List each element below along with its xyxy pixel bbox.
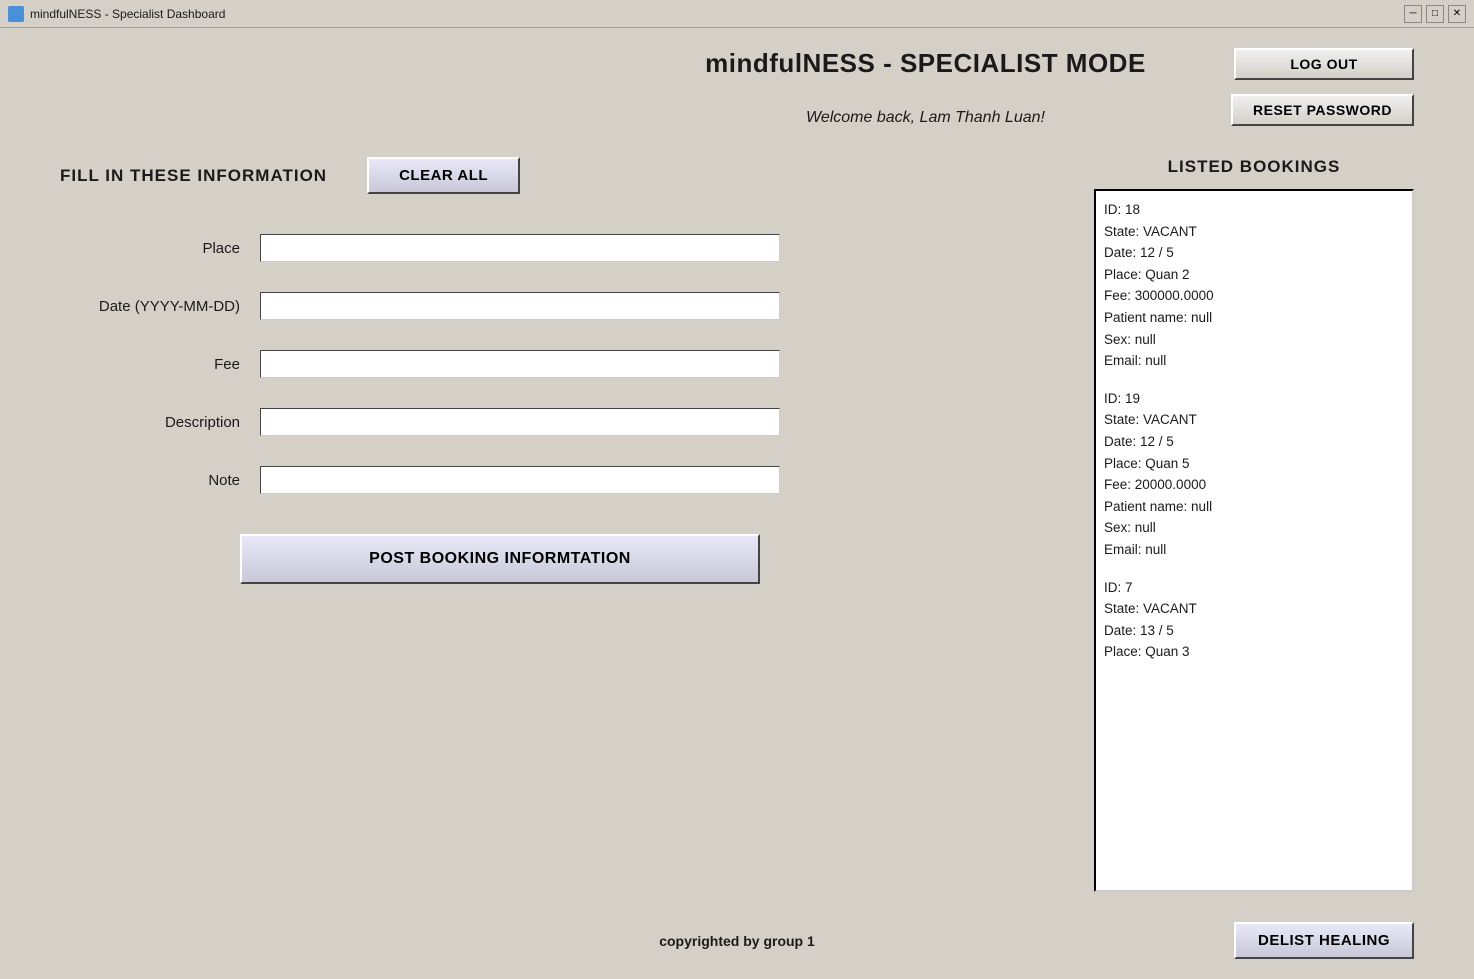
welcome-text: Welcome back, Lam Thanh Luan! xyxy=(637,109,1214,127)
log-out-button[interactable]: LOG OUT xyxy=(1234,48,1414,80)
booking-fee: Fee: 300000.0000 xyxy=(1104,285,1404,307)
form-row-date: Date (YYYY-MM-DD) xyxy=(80,292,1054,320)
header-buttons: LOG OUT RESET PASSWORD xyxy=(1214,48,1414,126)
booking-id: ID: 7 xyxy=(1104,577,1404,599)
list-item: ID: 7 State: VACANT Date: 13 / 5 Place: … xyxy=(1104,577,1404,663)
booking-date: Date: 13 / 5 xyxy=(1104,620,1404,642)
footer-copyright: copyrighted by group 1 xyxy=(399,933,1076,949)
reset-password-button[interactable]: RESET PASSWORD xyxy=(1231,94,1414,126)
booking-id: ID: 18 xyxy=(1104,199,1404,221)
booking-email: Email: null xyxy=(1104,539,1404,561)
bookings-panel-title: LISTED BOOKINGS xyxy=(1094,157,1414,177)
footer-right: DELIST HEALING xyxy=(1076,922,1415,959)
booking-state: State: VACANT xyxy=(1104,221,1404,243)
booking-sex: Sex: null xyxy=(1104,329,1404,351)
booking-place: Place: Quan 3 xyxy=(1104,641,1404,663)
clear-all-button[interactable]: CLEAR ALL xyxy=(367,157,520,194)
form-fields: Place Date (YYYY-MM-DD) Fee Description xyxy=(80,234,1054,494)
titlebar-left: mindfulNESS - Specialist Dashboard xyxy=(8,6,225,22)
input-note[interactable] xyxy=(260,466,780,494)
delist-healing-button[interactable]: DELIST HEALING xyxy=(1234,922,1414,959)
app-icon xyxy=(8,6,24,22)
minimize-button[interactable]: ─ xyxy=(1404,5,1422,23)
booking-state: State: VACANT xyxy=(1104,409,1404,431)
main-content: mindfulNESS - SPECIALIST MODE Welcome ba… xyxy=(0,28,1474,979)
booking-patient-name: Patient name: null xyxy=(1104,496,1404,518)
label-fee: Fee xyxy=(80,356,240,373)
input-date[interactable] xyxy=(260,292,780,320)
right-panel: LISTED BOOKINGS ID: 18 State: VACANT Dat… xyxy=(1094,157,1414,892)
form-header: FILL IN THESE INFORMATION CLEAR ALL xyxy=(60,157,1054,194)
input-place[interactable] xyxy=(260,234,780,262)
label-description: Description xyxy=(80,414,240,431)
form-section: FILL IN THESE INFORMATION CLEAR ALL Plac… xyxy=(60,157,1414,892)
booking-state: State: VACANT xyxy=(1104,598,1404,620)
form-row-description: Description xyxy=(80,408,1054,436)
titlebar-title: mindfulNESS - Specialist Dashboard xyxy=(30,7,225,21)
booking-sex: Sex: null xyxy=(1104,517,1404,539)
booking-date: Date: 12 / 5 xyxy=(1104,431,1404,453)
booking-email: Email: null xyxy=(1104,350,1404,372)
label-place: Place xyxy=(80,240,240,257)
booking-fee: Fee: 20000.0000 xyxy=(1104,474,1404,496)
app-title: mindfulNESS - SPECIALIST MODE xyxy=(637,48,1214,79)
close-button[interactable]: ✕ xyxy=(1448,5,1466,23)
form-row-note: Note xyxy=(80,466,1054,494)
list-item: ID: 19 State: VACANT Date: 12 / 5 Place:… xyxy=(1104,388,1404,561)
label-date: Date (YYYY-MM-DD) xyxy=(80,298,240,315)
form-section-title: FILL IN THESE INFORMATION xyxy=(60,166,327,186)
maximize-button[interactable]: □ xyxy=(1426,5,1444,23)
header-row: mindfulNESS - SPECIALIST MODE Welcome ba… xyxy=(60,48,1414,127)
label-note: Note xyxy=(80,472,240,489)
header-center: mindfulNESS - SPECIALIST MODE Welcome ba… xyxy=(637,48,1214,127)
titlebar: mindfulNESS - Specialist Dashboard ─ □ ✕ xyxy=(0,0,1474,28)
input-description[interactable] xyxy=(260,408,780,436)
booking-id: ID: 19 xyxy=(1104,388,1404,410)
list-item: ID: 18 State: VACANT Date: 12 / 5 Place:… xyxy=(1104,199,1404,372)
booking-place: Place: Quan 2 xyxy=(1104,264,1404,286)
form-left: FILL IN THESE INFORMATION CLEAR ALL Plac… xyxy=(60,157,1054,892)
booking-place: Place: Quan 5 xyxy=(1104,453,1404,475)
bookings-list[interactable]: ID: 18 State: VACANT Date: 12 / 5 Place:… xyxy=(1094,189,1414,892)
booking-patient-name: Patient name: null xyxy=(1104,307,1404,329)
booking-date: Date: 12 / 5 xyxy=(1104,242,1404,264)
post-booking-button[interactable]: POST BOOKING INFORMTATION xyxy=(240,534,760,584)
form-row-fee: Fee xyxy=(80,350,1054,378)
titlebar-controls: ─ □ ✕ xyxy=(1404,5,1466,23)
input-fee[interactable] xyxy=(260,350,780,378)
footer-row: copyrighted by group 1 DELIST HEALING xyxy=(60,912,1414,959)
form-row-place: Place xyxy=(80,234,1054,262)
